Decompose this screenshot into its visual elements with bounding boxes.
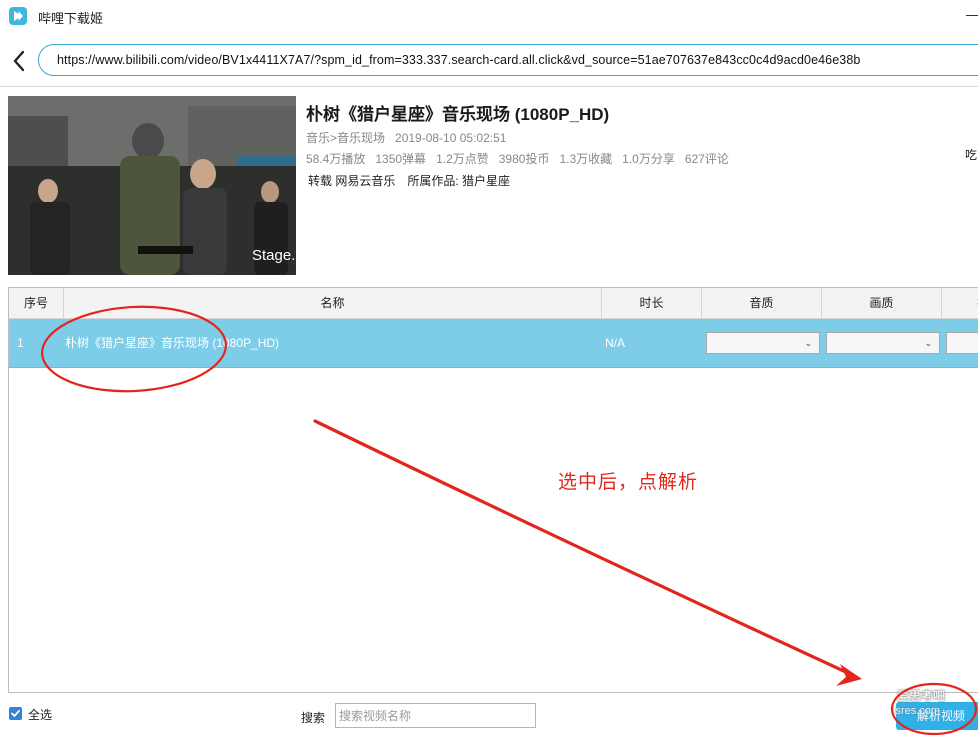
video-source-row: 转载 网易云音乐 所属作品: 猎户星座: [308, 172, 522, 189]
table-row[interactable]: 1 朴树《猎户星座》音乐现场 (1080P_HD) N/A ⌄ ⌄: [9, 319, 978, 368]
video-category: 音乐>音乐现场: [306, 131, 386, 145]
back-button[interactable]: [8, 48, 32, 74]
stat-shares: 1.0万分享: [622, 152, 675, 166]
row-name: 朴树《猎户星座》音乐现场 (1080P_HD): [65, 336, 280, 350]
video-title: 朴树《猎户星座》音乐现场 (1080P_HD): [306, 105, 610, 124]
annotation-text: 选中后，点解析: [558, 472, 699, 493]
column-header-video-quality[interactable]: 画质: [822, 288, 942, 318]
audio-quality-select[interactable]: ⌄: [706, 332, 820, 354]
watermark-text: 爱思考吧: [897, 689, 946, 703]
chevron-left-icon: [13, 50, 25, 72]
truncated-text: 吃: [965, 148, 978, 162]
codec-select[interactable]: [946, 332, 978, 354]
checkmark-icon: [11, 709, 20, 717]
chevron-down-icon: ⌄: [924, 338, 932, 348]
column-header-codec[interactable]: 视: [942, 288, 978, 318]
column-header-index[interactable]: 序号: [9, 288, 64, 318]
table-header: 序号 名称 时长 音质 画质 视: [9, 288, 978, 319]
chevron-down-icon: ⌄: [804, 338, 812, 348]
stat-plays: 58.4万播放: [306, 152, 366, 166]
stat-favorites: 1.3万收藏: [559, 152, 613, 166]
url-input[interactable]: https://www.bilibili.com/video/BV1x4411X…: [38, 44, 978, 76]
column-header-name[interactable]: 名称: [64, 288, 602, 318]
stat-danmaku: 1350弹幕: [375, 152, 427, 166]
title-bar: 哔哩下载姬: [0, 0, 978, 32]
select-all-checkbox[interactable]: [9, 707, 22, 720]
video-category-row: 音乐>音乐现场 2019-08-10 05:02:51: [306, 129, 516, 146]
search-label: 搜索: [301, 711, 326, 725]
stat-coins: 3980投币: [498, 152, 550, 166]
video-quality-select[interactable]: ⌄: [826, 332, 940, 354]
column-header-duration[interactable]: 时长: [602, 288, 702, 318]
row-index: 1: [17, 336, 24, 350]
app-logo-icon: [9, 7, 27, 25]
minimize-button[interactable]: [962, 6, 978, 24]
video-thumbnail: Stage.: [8, 96, 296, 275]
column-header-audio-quality[interactable]: 音质: [702, 288, 822, 318]
video-collection: 所属作品: 猎户星座: [407, 174, 511, 188]
video-list-table: 序号 名称 时长 音质 画质 视 1 朴树《猎户星座》音乐现场 (1080P_H…: [8, 287, 978, 693]
video-uploader: 转载 网易云音乐: [308, 174, 396, 188]
stat-comments: 627评论: [684, 152, 729, 166]
video-stats: 58.4万播放 1350弹幕 1.2万点赞 3980投币 1.3万收藏 1.0万分享 627…: [306, 150, 739, 167]
divider: [0, 86, 978, 87]
row-duration: N/A: [605, 336, 626, 350]
app-title: 哔哩下载姬: [38, 11, 104, 26]
select-all-label[interactable]: 全选: [28, 706, 52, 723]
thumbnail-caption: Stage.: [252, 247, 295, 264]
watermark-domain: isres.com: [893, 705, 941, 717]
url-text: https://www.bilibili.com/video/BV1x4411X…: [57, 53, 861, 67]
publish-time: 2019-08-10 05:02:51: [395, 131, 507, 145]
search-input[interactable]: [335, 703, 536, 728]
stat-likes: 1.2万点赞: [436, 152, 489, 166]
